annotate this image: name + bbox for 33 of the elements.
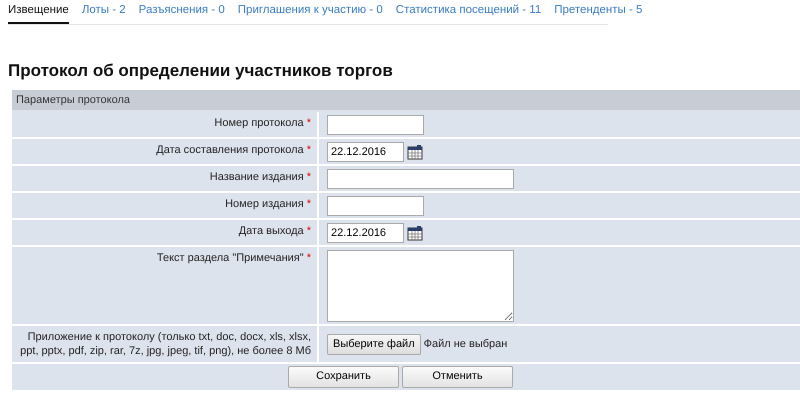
input-field[interactable] (327, 115, 424, 136)
field-label: Название издания (210, 171, 304, 184)
calendar-icon[interactable] (407, 225, 423, 242)
field-label: Номер протокола (214, 117, 304, 130)
tab[interactable]: Извещение (8, 0, 69, 24)
input-field[interactable] (327, 169, 514, 190)
save-button[interactable]: Сохранить (288, 366, 399, 388)
field-label: Текст раздела "Примечания" (156, 252, 304, 264)
section-header: Параметры протокола (12, 90, 800, 110)
tab[interactable]: Разъяснения - 0 (138, 0, 225, 24)
text-area[interactable] (327, 250, 514, 322)
date-field[interactable]: 22.12.2016 (327, 223, 404, 244)
tab[interactable]: Приглашения к участию - 0 (238, 0, 383, 24)
field-label: Дата выхода (238, 225, 304, 238)
input-field[interactable] (327, 196, 424, 216)
tab[interactable]: Претенденты - 5 (554, 0, 642, 24)
required-mark: * (306, 198, 311, 210)
cancel-button[interactable]: Отменить (402, 366, 513, 388)
file-status: Файл не выбран (424, 337, 508, 352)
required-mark: * (306, 144, 311, 156)
tab[interactable]: Статистика посещений - 11 (396, 0, 542, 24)
tab[interactable]: Лоты - 2 (82, 0, 126, 24)
date-field[interactable]: 22.12.2016 (327, 142, 404, 162)
page-title: Протокол об определении участников торгов (8, 61, 394, 82)
field-label: Приложение к протоколу (только txt, doc, docx, xls, xlsx, ppt, pptx, pdf, zip, rar, 7z, jpg, jpeg, tif, png), не более 8 Мб (20, 331, 311, 358)
required-mark: * (306, 252, 311, 264)
required-mark: * (306, 225, 311, 238)
choose-file-button[interactable]: Выберите файл (327, 334, 421, 355)
field-label: Номер издания (225, 198, 304, 210)
field-label: Дата составления протокола (156, 144, 304, 156)
required-mark: * (306, 117, 311, 130)
required-mark: * (306, 171, 311, 184)
calendar-icon[interactable] (407, 144, 423, 160)
